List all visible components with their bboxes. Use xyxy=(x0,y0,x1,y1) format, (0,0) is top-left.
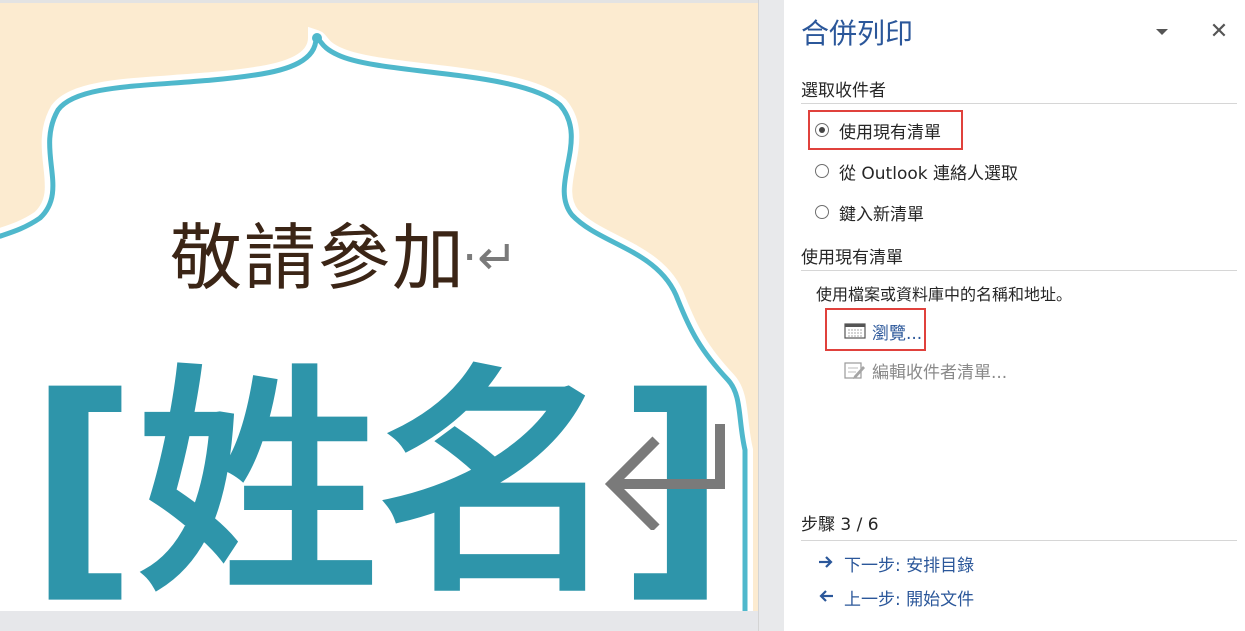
existing-list-heading: 使用現有清單 xyxy=(801,248,903,268)
radio-outlook-contacts[interactable]: 從 Outlook 連絡人選取 xyxy=(815,158,1018,184)
radio-label: 從 Outlook 連絡人選取 xyxy=(839,163,1018,184)
existing-list-description: 使用檔案或資料庫中的名稱和地址。 xyxy=(816,285,1073,304)
divider xyxy=(801,540,1237,541)
arrow-left-icon xyxy=(818,587,834,608)
paragraph-mark-icon: ·↵ xyxy=(462,230,518,286)
invite-heading: 敬請參加 xyxy=(170,216,467,300)
radio-type-new-list[interactable]: 鍵入新清單 xyxy=(815,199,924,225)
radio-use-existing-list[interactable]: 使用現有清單 xyxy=(815,117,941,143)
edit-list-icon xyxy=(844,360,866,380)
radio-label: 使用現有清單 xyxy=(839,122,941,143)
previous-step-label: 上一步: 開始文件 xyxy=(844,589,975,610)
next-step-label: 下一步: 安排目錄 xyxy=(844,555,975,576)
radio-button-checked[interactable] xyxy=(815,123,829,137)
radio-label: 鍵入新清單 xyxy=(839,204,924,225)
paragraph-mark-icon xyxy=(604,424,725,530)
previous-step-link[interactable]: 上一步: 開始文件 xyxy=(818,584,974,610)
divider xyxy=(801,103,1237,104)
divider xyxy=(801,270,1237,271)
radio-button[interactable] xyxy=(815,205,829,219)
table-icon xyxy=(844,322,866,340)
horizontal-scrollbar[interactable] xyxy=(0,611,758,631)
close-icon[interactable]: ✕ xyxy=(1209,20,1229,44)
mail-merge-pane: 合併列印 ✕ 選取收件者 使用現有清單 從 Outlook 連絡人選取 鍵入新清… xyxy=(784,0,1245,631)
document-canvas[interactable]: 敬請參加 ·↵ [姓名] xyxy=(0,0,758,631)
pane-title: 合併列印 xyxy=(801,17,914,50)
radio-button[interactable] xyxy=(815,164,829,178)
step-indicator: 步驟 3 / 6 xyxy=(801,515,879,535)
select-recipients-heading: 選取收件者 xyxy=(801,81,886,101)
browse-label: 瀏覽... xyxy=(872,323,923,344)
next-step-link[interactable]: 下一步: 安排目錄 xyxy=(818,550,974,576)
browse-link[interactable]: 瀏覽... xyxy=(844,318,922,344)
chevron-down-icon[interactable] xyxy=(1154,24,1170,40)
pane-divider[interactable] xyxy=(758,0,784,631)
edit-recipient-list-link[interactable]: 編輯收件者清單... xyxy=(844,357,1007,383)
arrow-right-icon xyxy=(818,553,834,574)
edit-recipient-list-label: 編輯收件者清單... xyxy=(872,362,1008,383)
